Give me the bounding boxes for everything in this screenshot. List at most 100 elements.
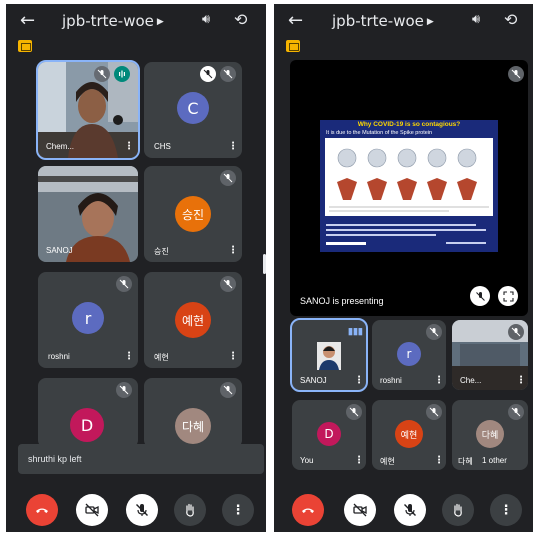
participant-tile-seungjin[interactable]: 승진 승진 ⋮ (144, 166, 242, 262)
left-notification-toast: shruthi kp left (18, 444, 264, 474)
mic-off-icon (508, 324, 524, 340)
right-phone-screen: ← jpb-trte-woe ▶ 🔊︎ ⟲ Why COVID-19 is so … (274, 4, 533, 532)
end-call-button[interactable] (292, 494, 324, 526)
participant-tile-yehyeon[interactable]: 예현 예현 ⋮ (372, 400, 446, 470)
meeting-code-button[interactable]: jpb-trte-woe ▶ (62, 12, 164, 30)
participant-tile-sanoj[interactable]: ▮▮▮ SANOJ ⋮ (290, 318, 368, 392)
caret-right-icon: ▶ (426, 17, 434, 27)
mic-off-icon (404, 504, 416, 516)
raise-hand-button[interactable] (174, 494, 206, 526)
presenting-label: SANOJ is presenting (300, 296, 384, 306)
end-call-icon (36, 508, 48, 513)
audio-wave-icon (114, 66, 130, 82)
avatar: 다혜 (175, 408, 211, 444)
end-call-button[interactable] (26, 494, 58, 526)
more-options-icon[interactable]: ⋮ (434, 376, 444, 386)
more-options-icon[interactable]: ⋮ (354, 456, 364, 466)
slide-subtitle: It is due to the Mutation of the Spike p… (326, 130, 433, 136)
more-options-icon[interactable]: ⋮ (228, 142, 238, 152)
more-options-icon[interactable]: ⋮ (516, 376, 526, 386)
meeting-code: jpb-trte-woe (332, 12, 424, 30)
mic-off-icon (426, 324, 442, 340)
pin-mute-button[interactable] (470, 286, 490, 306)
avatar: C (177, 92, 209, 124)
back-arrow-icon[interactable]: ← (288, 10, 303, 31)
participant-tile-dahye[interactable]: 다혜 (144, 378, 242, 448)
participant-tile-chs[interactable]: C CHS ⋮ (144, 62, 242, 158)
participant-name: roshni (380, 376, 402, 385)
participant-name: Che... (460, 376, 482, 385)
more-options-icon[interactable]: ⋮ (228, 246, 238, 256)
more-options-icon: ⋮ (231, 502, 245, 518)
participant-name: 예현 (380, 457, 395, 466)
participant-tile-d[interactable]: D (38, 378, 138, 448)
raise-hand-icon (186, 503, 194, 517)
slide-virus-diagram (325, 138, 493, 216)
scrollbar[interactable] (263, 254, 266, 274)
participant-tile-chem[interactable]: Che... ⋮ (452, 320, 528, 390)
speaker-icon[interactable]: 🔊︎ (202, 12, 210, 27)
switch-camera-icon[interactable]: ⟲ (504, 10, 517, 29)
participant-name: roshni (48, 352, 70, 361)
camera-toggle-button[interactable] (344, 494, 376, 526)
audio-wave-icon: ▮▮▮ (348, 326, 363, 336)
participant-tile-roshni[interactable]: r roshni ⋮ (38, 272, 138, 368)
mic-toggle-button[interactable] (126, 494, 158, 526)
participant-tile-roshni[interactable]: r roshni ⋮ (372, 320, 446, 390)
switch-camera-icon[interactable]: ⟲ (234, 10, 247, 29)
participant-name: 예현 (154, 353, 169, 362)
more-options-button[interactable]: ⋮ (490, 494, 522, 526)
meeting-code: jpb-trte-woe (62, 12, 154, 30)
participant-thumbnail (317, 342, 341, 370)
fullscreen-button[interactable] (498, 286, 518, 306)
more-options-icon[interactable]: ⋮ (124, 142, 134, 152)
note-badge-icon[interactable] (18, 40, 32, 52)
top-bar: ← jpb-trte-woe ▶ 🔊︎ ⟲ (6, 4, 266, 38)
back-arrow-icon[interactable]: ← (20, 10, 35, 31)
participant-tile-you[interactable]: D You ⋮ (292, 400, 366, 470)
participant-name: SANOJ (300, 376, 327, 385)
camera-off-icon (353, 503, 367, 517)
participant-name: 다혜 (458, 457, 473, 466)
shared-slide: Why COVID-19 is so contagious? It is due… (320, 120, 498, 252)
more-options-icon[interactable]: ⋮ (124, 352, 134, 362)
camera-off-icon (85, 503, 99, 517)
others-count-label: 1 other (482, 456, 507, 465)
more-options-icon: ⋮ (499, 502, 513, 518)
meeting-code-button[interactable]: jpb-trte-woe ▶ (332, 12, 434, 30)
mic-off-icon (136, 504, 148, 516)
more-options-icon[interactable]: ⋮ (228, 352, 238, 362)
mic-off-icon (508, 404, 524, 420)
avatar: 예현 (175, 302, 211, 338)
mic-off-icon (116, 276, 132, 292)
participant-name: CHS (154, 142, 171, 151)
more-options-icon[interactable]: ⋮ (434, 456, 444, 466)
caret-right-icon: ▶ (156, 17, 164, 27)
avatar: D (317, 422, 341, 446)
mic-off-icon (346, 404, 362, 420)
mic-off-icon (94, 66, 110, 82)
participant-tile-yehyeon[interactable]: 예현 예현 ⋮ (144, 272, 242, 368)
mic-off-icon (508, 66, 524, 82)
more-options-button[interactable]: ⋮ (222, 494, 254, 526)
note-badge-icon[interactable] (286, 40, 300, 52)
speaker-icon[interactable]: 🔊︎ (472, 12, 480, 27)
participant-name: You (300, 456, 314, 465)
participant-tile-others[interactable]: 다혜 다혜 1 other (452, 400, 528, 470)
more-options-icon[interactable]: ⋮ (354, 376, 364, 386)
fullscreen-icon (502, 290, 514, 302)
presentation-view[interactable]: Why COVID-19 is so contagious? It is due… (290, 60, 528, 316)
mic-off-icon (426, 404, 442, 420)
camera-toggle-button[interactable] (76, 494, 108, 526)
mic-off-icon (220, 382, 236, 398)
raise-hand-button[interactable] (442, 494, 474, 526)
mic-off-icon (200, 66, 216, 82)
avatar: r (397, 342, 421, 366)
mic-off-icon (220, 276, 236, 292)
participant-tile-sanoj[interactable]: SANOJ (38, 166, 138, 262)
participant-name: SANOJ (46, 246, 73, 255)
mic-off-icon (220, 170, 236, 186)
participant-tile-chem[interactable]: Chem... ⋮ (36, 60, 140, 160)
mic-toggle-button[interactable] (394, 494, 426, 526)
left-phone-screen: ← jpb-trte-woe▶ 🔊︎ ⟲ Chem... ⋮ C CHS ⋮ (6, 4, 266, 532)
